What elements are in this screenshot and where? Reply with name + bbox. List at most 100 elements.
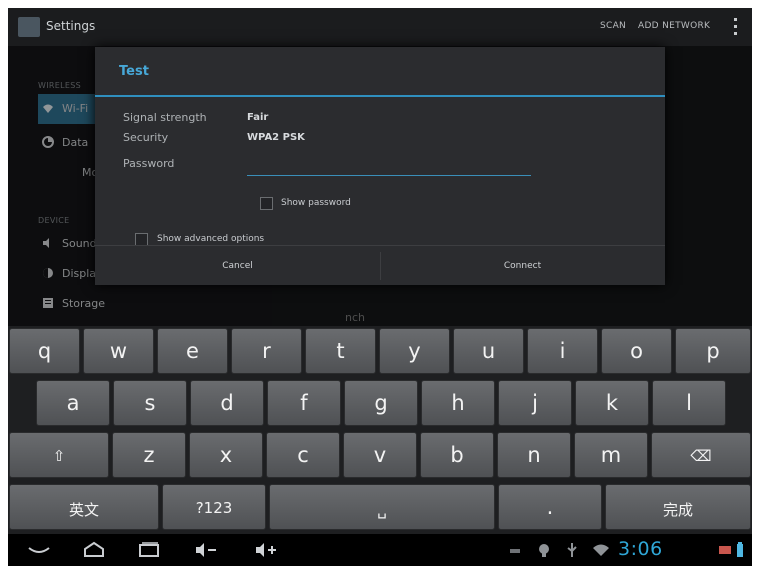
key-label: l [686,391,692,415]
space-icon: ␣ [377,501,387,519]
key-m[interactable]: m [574,432,648,478]
key-label: 完成 [662,501,693,519]
key-label: j [532,391,538,415]
key-n[interactable]: n [497,432,571,478]
action-bar: Settings SCAN ADD NETWORK [8,8,752,46]
system-navigation-bar: 3:06 [8,534,752,566]
signal-strength-value: Fair [247,112,269,123]
language-switch-key[interactable]: 英文 [9,484,159,530]
dialog-title-divider [95,95,665,97]
key-label: z [143,443,155,467]
key-l[interactable]: l [652,380,726,426]
shift-icon: ⇧ [52,447,66,465]
key-v[interactable]: v [343,432,417,478]
key-w[interactable]: w [83,328,154,374]
key-label: f [300,391,308,415]
key-j[interactable]: j [498,380,572,426]
symbols-key[interactable]: ?123 [162,484,266,530]
key-label: v [373,443,387,467]
status-clock: 3:06 [618,538,663,560]
key-k[interactable]: k [575,380,649,426]
volume-up-icon[interactable] [254,540,280,560]
key-t[interactable]: t [305,328,376,374]
alert-icon [719,546,731,554]
key-d[interactable]: d [190,380,264,426]
security-value: WPA2 PSK [247,132,305,143]
add-network-button[interactable]: ADD NETWORK [638,21,710,31]
key-label: u [481,339,496,363]
connect-button[interactable]: Connect [380,246,665,286]
key-label: q [37,339,52,363]
space-key[interactable]: ␣ [269,484,495,530]
signal-strength-label: Signal strength [123,111,207,124]
tablet-screen: Settings SCAN ADD NETWORK WIRELESS Wi-Fi… [8,8,752,566]
key-label: h [451,391,465,415]
key-label: r [262,339,271,363]
key-y[interactable]: y [379,328,450,374]
home-icon[interactable] [81,540,107,560]
key-label: m [600,443,622,467]
key-label: 英文 [68,501,99,519]
wifi-connect-dialog: Test Signal strength Fair Security WPA2 … [95,47,665,285]
key-label: w [109,339,128,363]
key-label: g [374,391,388,415]
recent-apps-icon[interactable] [136,540,162,560]
key-label: s [144,391,156,415]
show-advanced-label: Show advanced options [157,234,265,244]
key-label: o [630,339,643,363]
scan-button[interactable]: SCAN [600,21,626,31]
key-s[interactable]: s [113,380,187,426]
key-label: t [336,339,345,363]
key-e[interactable]: e [157,328,228,374]
key-label: . [546,495,554,519]
key-label: a [66,391,80,415]
battery-icon [737,542,743,557]
key-label: ?123 [195,499,233,517]
key-i[interactable]: i [527,328,598,374]
backspace-icon: ⌫ [690,447,712,465]
key-x[interactable]: x [189,432,263,478]
key-label: b [450,443,464,467]
android-notification-icon[interactable] [536,540,552,560]
key-label: e [186,339,199,363]
key-label: i [559,339,566,363]
show-password-label: Show password [281,198,351,208]
key-label: d [220,391,234,415]
done-key[interactable]: 完成 [605,484,751,530]
key-label: x [219,443,233,467]
usb-icon[interactable] [564,540,580,560]
overflow-menu-icon[interactable] [734,18,738,36]
key-z[interactable]: z [112,432,186,478]
dialog-button-bar: Cancel Connect [95,245,665,286]
app-title: Settings [46,19,96,33]
back-icon[interactable] [26,540,52,560]
key-u[interactable]: u [453,328,524,374]
key-o[interactable]: o [601,328,672,374]
settings-app-icon[interactable] [18,17,40,37]
key-label: n [527,443,541,467]
key-f[interactable]: f [267,380,341,426]
key-c[interactable]: c [266,432,340,478]
key-a[interactable]: a [36,380,110,426]
key-q[interactable]: q [9,328,80,374]
password-input[interactable] [247,155,531,176]
period-key[interactable]: . [498,484,602,530]
key-label: y [408,339,421,363]
key-label: k [605,391,619,415]
security-label: Security [123,131,169,144]
key-r[interactable]: r [231,328,302,374]
password-label: Password [123,157,175,170]
wifi-status-icon [593,544,609,556]
cancel-button[interactable]: Cancel [95,246,380,286]
key-b[interactable]: b [420,432,494,478]
delete-key[interactable]: ⌫ [651,432,751,478]
key-p[interactable]: p [675,328,751,374]
key-g[interactable]: g [344,380,418,426]
shift-key[interactable]: ⇧ [9,432,109,478]
show-password-checkbox[interactable] [260,197,273,210]
notification-icon[interactable] [508,540,522,560]
key-h[interactable]: h [421,380,495,426]
volume-down-icon[interactable] [194,540,220,560]
key-label: p [706,339,720,363]
dialog-title: Test [119,64,149,79]
